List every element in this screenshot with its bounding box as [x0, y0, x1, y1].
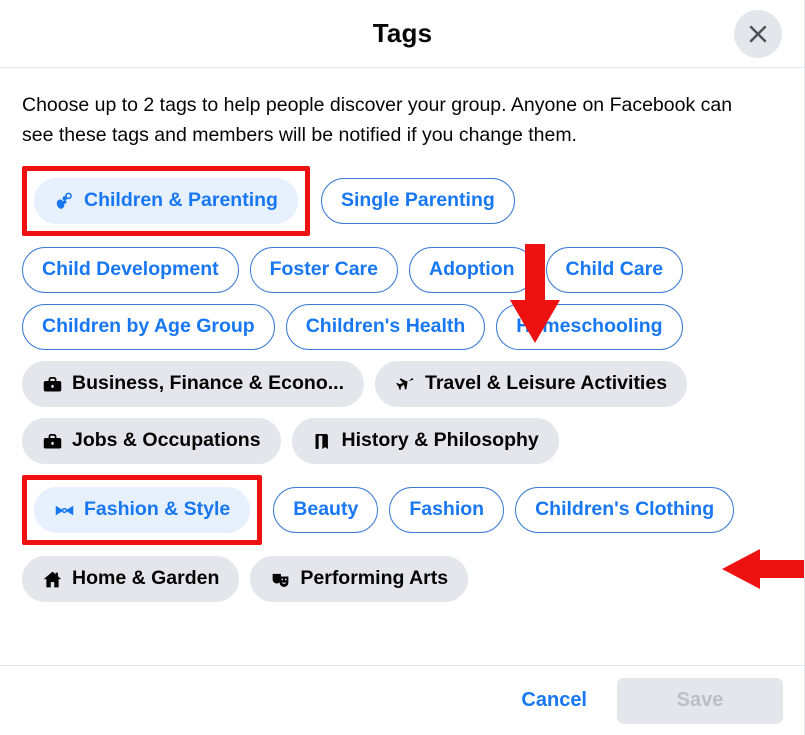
tag-label: Adoption: [429, 260, 515, 280]
close-button[interactable]: [734, 10, 782, 58]
tag-label: Homeschooling: [516, 317, 662, 337]
tag-row: Children & Parenting Single Parenting: [22, 166, 783, 236]
tag-label: Children's Clothing: [535, 500, 714, 520]
tag-row: Home & Garden Performing Arts: [22, 556, 783, 602]
dialog-header: Tags: [0, 0, 805, 68]
tag-pill[interactable]: Children by Age Group: [22, 304, 275, 350]
tag-label: Child Development: [42, 260, 219, 280]
tag-pill[interactable]: Foster Care: [250, 247, 398, 293]
tag-label: Performing Arts: [300, 569, 448, 589]
tag-list: Children & ParentingSingle ParentingChil…: [22, 166, 783, 602]
tag-row: Child Development Foster Care Adoption Chil…: [22, 247, 783, 293]
tag-pill[interactable]: Business, Finance & Econo...: [22, 361, 364, 407]
page-title: Tags: [373, 18, 433, 49]
tag-row: Jobs & Occupations History & Philosophy: [22, 418, 783, 464]
tag-pill[interactable]: Children's Health: [286, 304, 486, 350]
tag-label: Single Parenting: [341, 191, 495, 211]
baby-footprints-icon: [54, 191, 75, 212]
tag-pill[interactable]: Travel & Leisure Activities: [375, 361, 687, 407]
tag-label: Beauty: [293, 500, 358, 520]
tag-pill[interactable]: Jobs & Occupations: [22, 418, 281, 464]
close-icon: [746, 22, 770, 46]
tag-pill[interactable]: Fashion & Style: [34, 487, 250, 533]
tag-pill[interactable]: Fashion: [389, 487, 504, 533]
briefcase-icon: [42, 374, 63, 395]
tags-dialog: Tags Choose up to 2 tags to help people …: [0, 0, 805, 735]
tag-pill[interactable]: Homeschooling: [496, 304, 682, 350]
tag-row: Children by Age Group Children's Health Ho…: [22, 304, 783, 350]
tag-pill[interactable]: Children's Clothing: [515, 487, 734, 533]
tag-label: Children by Age Group: [42, 317, 255, 337]
house-icon: [42, 569, 63, 590]
dialog-body: Choose up to 2 tags to help people disco…: [0, 68, 805, 665]
description-text: Choose up to 2 tags to help people disco…: [22, 90, 757, 150]
red-annotation-box: Fashion & Style: [22, 475, 262, 545]
tag-label: Children's Health: [306, 317, 466, 337]
tag-label: Jobs & Occupations: [72, 431, 261, 451]
bowtie-icon: [54, 500, 75, 521]
tag-pill[interactable]: Adoption: [409, 247, 535, 293]
tag-pill[interactable]: Beauty: [273, 487, 378, 533]
tag-pill[interactable]: Home & Garden: [22, 556, 239, 602]
tag-pill[interactable]: History & Philosophy: [292, 418, 559, 464]
tag-pill[interactable]: Child Development: [22, 247, 239, 293]
airplane-icon: [395, 374, 416, 395]
red-annotation-box: Children & Parenting: [22, 166, 310, 236]
tag-label: History & Philosophy: [342, 431, 539, 451]
tag-label: Foster Care: [270, 260, 378, 280]
tag-label: Children & Parenting: [84, 191, 278, 211]
tag-label: Fashion: [409, 500, 484, 520]
tag-label: Travel & Leisure Activities: [425, 374, 667, 394]
tag-pill[interactable]: Child Care: [546, 247, 684, 293]
tag-pill[interactable]: Children & Parenting: [34, 178, 298, 224]
briefcase-icon: [42, 431, 63, 452]
cancel-button[interactable]: Cancel: [505, 679, 603, 722]
tag-label: Child Care: [566, 260, 664, 280]
tag-row: Fashion & Style Beauty Fashion Children's C…: [22, 475, 783, 545]
tag-label: Business, Finance & Econo...: [72, 374, 344, 394]
tag-row: Business, Finance & Econo... Travel & Lei…: [22, 361, 783, 407]
tag-label: Home & Garden: [72, 569, 219, 589]
book-icon: [312, 431, 333, 452]
tag-label: Fashion & Style: [84, 500, 230, 520]
theater-masks-icon: [270, 569, 291, 590]
dialog-footer: Cancel Save: [0, 665, 805, 735]
tag-pill[interactable]: Single Parenting: [321, 178, 515, 224]
save-button[interactable]: Save: [617, 678, 783, 724]
tag-pill[interactable]: Performing Arts: [250, 556, 468, 602]
